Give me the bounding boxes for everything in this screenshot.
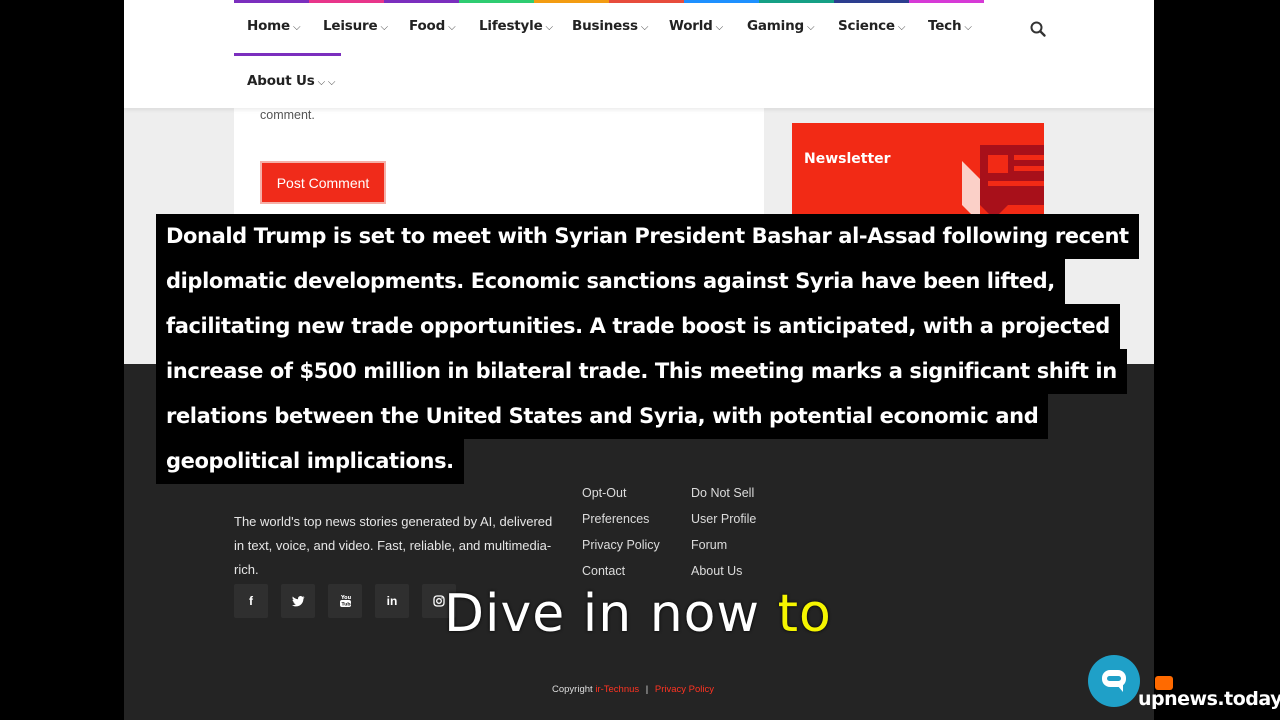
- chevron-down-icon: ⌵: [964, 22, 972, 33]
- caption-line: Donald Trump is set to meet with Syrian …: [156, 214, 1139, 259]
- nav-science[interactable]: Science ⌵: [838, 18, 905, 34]
- copyright-prefix: Copyright: [552, 684, 593, 695]
- footer-link-privacy-policy[interactable]: Privacy Policy: [582, 538, 660, 552]
- newsletter-widget[interactable]: Newsletter: [792, 123, 1044, 223]
- nav-label: Gaming: [747, 18, 804, 34]
- chevron-down-icon: ⌵: [897, 22, 906, 33]
- footer-link-user-profile[interactable]: User Profile: [691, 512, 756, 526]
- youtube-icon[interactable]: YouTube: [328, 584, 362, 618]
- newsletter-title: Newsletter: [804, 151, 891, 167]
- color-strip-segment: [534, 0, 609, 3]
- color-strip-segment: [309, 0, 384, 3]
- chevron-down-icon: ⌵: [715, 22, 724, 33]
- copyright-separator: |: [645, 684, 649, 695]
- color-strip-segment: [384, 0, 459, 3]
- chevron-down-icon: ⌵: [448, 22, 456, 33]
- nav-home[interactable]: Home ⌵: [247, 18, 301, 34]
- chevron-down-icon: ⌵ ⌵: [317, 77, 336, 88]
- color-strip-segment: [759, 0, 834, 3]
- comment-form: comment. Post Comment: [234, 108, 764, 228]
- facebook-icon[interactable]: f: [234, 584, 268, 618]
- nav-label: Home: [247, 18, 290, 34]
- color-strip-segment: [609, 0, 684, 3]
- nav-business[interactable]: Business ⌵: [572, 18, 648, 34]
- color-strip-segment: [834, 0, 909, 3]
- color-strip-segment: [684, 0, 759, 3]
- copyright-line: Copyright ir-Technus | Privacy Policy: [552, 684, 714, 695]
- chat-bubble-icon[interactable]: [1088, 655, 1140, 707]
- nav-world[interactable]: World ⌵: [669, 18, 723, 34]
- caption-line: facilitating new trade opportunities. A …: [156, 304, 1120, 349]
- chevron-down-icon: ⌵: [806, 22, 815, 33]
- nav-leisure[interactable]: Leisure ⌵: [323, 18, 388, 34]
- nav-label: Lifestyle: [479, 18, 543, 34]
- chevron-down-icon: ⌵: [380, 22, 388, 33]
- caption-line: increase of $500 million in bilateral tr…: [156, 349, 1127, 394]
- chevron-down-icon: ⌵: [293, 22, 301, 33]
- footer-link-preferences[interactable]: Preferences: [582, 512, 649, 526]
- active-nav-indicator: [234, 53, 341, 56]
- color-strip-segment: [909, 0, 984, 3]
- post-comment-button[interactable]: Post Comment: [260, 161, 386, 204]
- footer-link-contact[interactable]: Contact: [582, 564, 625, 578]
- nav-label: Business: [572, 18, 638, 34]
- footer-link-forum[interactable]: Forum: [691, 538, 727, 552]
- chevron-down-icon: ⌵: [545, 22, 554, 33]
- caption-line: relations between the United States and …: [156, 394, 1049, 439]
- nav-gaming[interactable]: Gaming ⌵: [747, 18, 815, 34]
- brand-watermark: upnews.today: [1138, 688, 1280, 710]
- site-header: Home ⌵ Leisure ⌵ Food ⌵ Lifestyle ⌵ Business…: [124, 0, 1154, 108]
- nav-label: Science: [838, 18, 895, 34]
- nav-label: Food: [409, 18, 446, 34]
- twitter-icon[interactable]: [281, 584, 315, 618]
- search-icon[interactable]: [1029, 20, 1047, 38]
- nav-label: Leisure: [323, 18, 378, 34]
- nav-label: About Us: [247, 73, 315, 89]
- copyright-privacy-link[interactable]: Privacy Policy: [655, 684, 714, 695]
- color-strip-segment: [459, 0, 534, 3]
- caption-line: geopolitical implications.: [156, 439, 464, 484]
- linkedin-icon[interactable]: in: [375, 584, 409, 618]
- footer-link-opt-out[interactable]: Opt-Out: [582, 486, 626, 500]
- comment-hint-text: comment.: [260, 108, 315, 122]
- news-caption-overlay: Donald Trump is set to meet with Syrian …: [156, 214, 1139, 484]
- footer-description: The world's top news stories generated b…: [234, 514, 553, 577]
- newsletter-icon: [962, 145, 1044, 223]
- nav-label: Tech: [928, 18, 962, 34]
- category-color-strip: [234, 0, 984, 3]
- nav-lifestyle[interactable]: Lifestyle ⌵: [479, 18, 553, 34]
- svg-text:You: You: [340, 595, 352, 601]
- caption-line: diplomatic developments. Economic sancti…: [156, 259, 1065, 304]
- copyright-brand-link[interactable]: ir-Technus: [595, 684, 639, 695]
- nav-food[interactable]: Food ⌵: [409, 18, 456, 34]
- nav-label: World: [669, 18, 713, 34]
- svg-text:Tube: Tube: [341, 602, 352, 608]
- video-subtitle: Dive in now to: [444, 584, 832, 644]
- subtitle-text: Dive in now: [444, 584, 761, 644]
- chevron-down-icon: ⌵: [640, 22, 649, 33]
- footer-link-do-not-sell[interactable]: Do Not Sell: [691, 486, 754, 500]
- subtitle-highlight: to: [777, 584, 832, 644]
- nav-tech[interactable]: Tech ⌵: [928, 18, 972, 34]
- color-strip-segment: [234, 0, 309, 3]
- nav-about-us[interactable]: About Us ⌵ ⌵: [247, 73, 336, 89]
- footer-link-about-us[interactable]: About Us: [691, 564, 742, 578]
